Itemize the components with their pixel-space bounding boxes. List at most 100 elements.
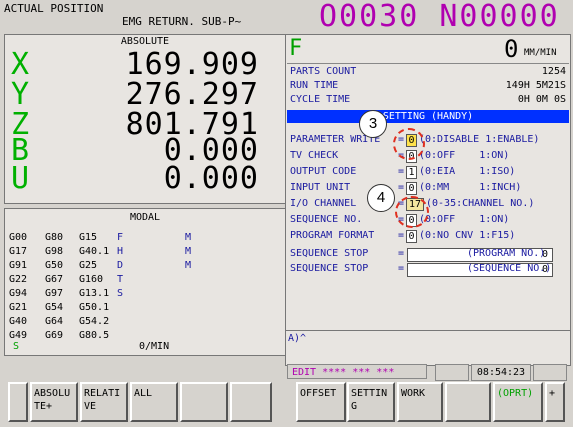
param-label: SEQUENCE NO.: [290, 214, 363, 225]
softkey-work[interactable]: WORK: [397, 382, 443, 422]
softkey-6[interactable]: [230, 382, 272, 422]
spindle-label: S: [13, 341, 20, 352]
callout-4: 4: [367, 184, 395, 212]
modal-code: G80.5: [79, 330, 110, 341]
modal-code: G15: [79, 232, 98, 243]
modal-code: G98: [45, 246, 64, 257]
axis-label-u: U: [11, 161, 30, 196]
param-description: (0-35:CHANNEL NO.): [426, 198, 535, 209]
absolute-title: ABSOLUTE: [120, 36, 170, 47]
modal-title: MODAL: [129, 212, 161, 223]
modal-code: T: [117, 274, 124, 285]
sub-status-label: EMG RETURN. SUB-P~: [122, 15, 242, 28]
modal-code: G67: [45, 274, 64, 285]
modal-code: G21: [9, 302, 28, 313]
parts-count-label: PARTS COUNT: [290, 66, 357, 77]
highlight-ring-io-channel: [395, 196, 429, 228]
sequence-stop-program-desc: (PROGRAM NO.): [467, 248, 546, 259]
param-label: I/O CHANNEL: [290, 198, 357, 209]
param-label: PROGRAM FORMAT: [290, 230, 375, 241]
modal-code: G40.1: [79, 246, 110, 257]
edit-mode-status: EDIT **** *** ***: [287, 364, 427, 379]
param-description: (0:MM 1:INCH): [419, 182, 522, 193]
sequence-stop-program-label: SEQUENCE STOP: [290, 248, 369, 259]
modal-code: G94: [9, 288, 28, 299]
modal-code: G64: [45, 316, 64, 327]
program-number: O0030 N00000: [319, 0, 560, 34]
sequence-stop-seq-label: SEQUENCE STOP: [290, 263, 369, 274]
modal-code: G160: [79, 274, 104, 285]
modal-code: G80: [45, 232, 64, 243]
setting-title-bar: SETTING (HANDY): [287, 110, 569, 123]
screen-header: ACTUAL POSITION EMG RETURN. SUB-P~ O0030…: [0, 0, 573, 34]
input-line[interactable]: A)^: [285, 330, 571, 366]
softkey-5[interactable]: [180, 382, 228, 422]
run-time-value: 149H 5M21S: [505, 80, 566, 91]
modal-code: G40: [9, 316, 28, 327]
softkey-return[interactable]: [8, 382, 28, 422]
axis-value-y: 276.297: [125, 77, 259, 112]
highlight-ring-parameter-write: [393, 128, 425, 160]
setting-panel: F 0 MM/MIN PARTS COUNT 1254 RUN TIME 149…: [285, 34, 571, 331]
modal-code: M: [185, 260, 192, 271]
softkey-10[interactable]: [445, 382, 491, 422]
param-value-field[interactable]: 0: [406, 230, 417, 243]
param-label: TV CHECK: [290, 150, 339, 161]
axis-value-u: 0.000: [163, 161, 259, 196]
modal-code: G97: [45, 288, 64, 299]
modal-code: G91: [9, 260, 28, 271]
softkey-all[interactable]: ALL: [130, 382, 178, 422]
softkey-absolute[interactable]: ABSOLU TE+: [30, 382, 78, 422]
modal-code: G54: [45, 302, 64, 313]
param-description: (0:EIA 1:ISO): [419, 166, 516, 177]
axis-label-y: Y: [11, 77, 30, 112]
param-label: INPUT UNIT: [290, 182, 351, 193]
softkey-next[interactable]: +: [545, 382, 565, 422]
axis-label-x: X: [11, 47, 30, 82]
modal-panel: MODAL G00 G80 G15 F M G17 G98 G40.1 H M G91 G50 G25 D…: [4, 208, 286, 356]
modal-code: G69: [45, 330, 64, 341]
cycle-time-label: CYCLE TIME: [290, 94, 351, 105]
modal-code: M: [185, 232, 192, 243]
modal-code: G50.1: [79, 302, 110, 313]
setting-title: SETTING (HANDY): [382, 111, 474, 122]
absolute-position-panel: ABSOLUTE X 169.909 Y 276.297 Z 801.791 B…: [4, 34, 286, 204]
modal-code: G22: [9, 274, 28, 285]
softkey-offset[interactable]: OFFSET: [296, 382, 346, 422]
modal-code: S: [117, 288, 124, 299]
modal-code: G54.2: [79, 316, 110, 327]
param-value-field[interactable]: 0: [406, 182, 417, 195]
callout-3: 3: [359, 110, 387, 138]
run-time-label: RUN TIME: [290, 80, 339, 91]
param-description: (0:OFF 1:ON): [419, 150, 510, 161]
param-description: (0:NO CNV 1:F15): [419, 230, 516, 241]
modal-code: H: [117, 246, 124, 257]
clock: 08:54:23: [471, 364, 531, 381]
cycle-time-value: 0H 0M 0S: [517, 94, 566, 105]
screen-mode-label: ACTUAL POSITION: [4, 2, 104, 15]
modal-code: F: [117, 232, 124, 243]
axis-value-x: 169.909: [125, 47, 259, 82]
modal-code: D: [117, 260, 124, 271]
input-prompt: A)^: [288, 333, 307, 344]
softkey-operation[interactable]: (OPRT): [493, 382, 543, 422]
parts-count-value: 1254: [541, 66, 566, 77]
modal-code: G00: [9, 232, 28, 243]
modal-code: G25: [79, 260, 98, 271]
spindle-rate: 0/MIN: [139, 341, 170, 352]
param-label: OUTPUT CODE: [290, 166, 357, 177]
param-description: (0:OFF 1:ON): [419, 214, 510, 225]
sequence-stop-seq-desc: (SEQUENCE NO.): [467, 263, 552, 274]
modal-code: G13.1: [79, 288, 110, 299]
modal-code: G17: [9, 246, 28, 257]
feed-value: 0: [504, 35, 519, 63]
feed-unit: MM/MIN: [524, 48, 557, 58]
softkey-relative[interactable]: RELATI VE: [80, 382, 128, 422]
modal-code: G50: [45, 260, 64, 271]
feed-label: F: [289, 36, 303, 61]
softkey-setting[interactable]: SETTIN G: [347, 382, 395, 422]
modal-code: M: [185, 246, 192, 257]
param-description: (0:DISABLE 1:ENABLE): [419, 134, 540, 145]
param-value-field[interactable]: 1: [406, 166, 417, 179]
status-bar: EDIT **** *** *** 08:54:23: [285, 364, 569, 381]
